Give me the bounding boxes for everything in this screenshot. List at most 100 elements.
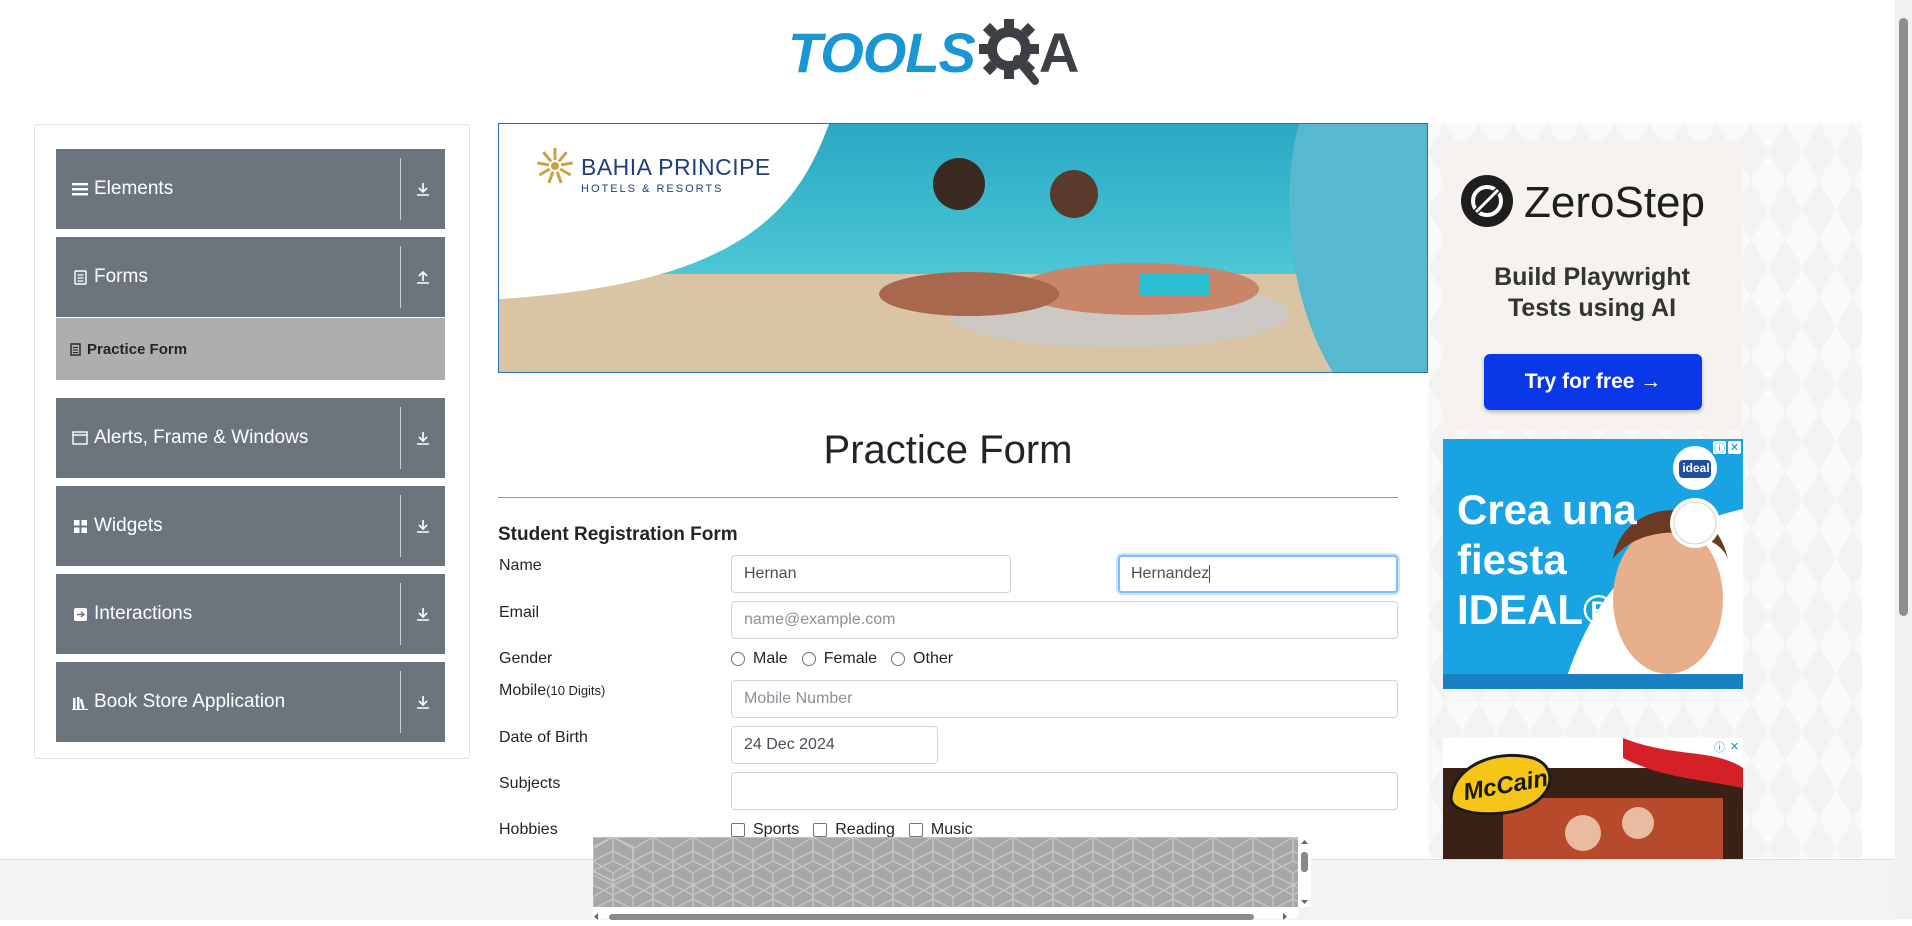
gender-female-radio[interactable]	[801, 652, 816, 666]
hobby-reading-checkbox[interactable]	[813, 823, 828, 837]
info-icon[interactable]: ⓘ	[1713, 740, 1726, 754]
mccain-ad[interactable]: McCain ⓘ ✕	[1443, 738, 1743, 860]
mobile-label-hint: (10 Digits)	[546, 683, 606, 698]
sticky-bottom-ad[interactable]	[593, 837, 1298, 907]
gender-male-radio[interactable]	[731, 652, 745, 666]
text-cursor	[1209, 565, 1211, 583]
site-logo[interactable]: TOOLS A	[788, 14, 1079, 92]
email-input[interactable]: name@example.com	[731, 601, 1398, 639]
divider	[400, 246, 401, 308]
banner-ad[interactable]: BAHIA PRINCIPE HOTELS & RESORTS	[498, 123, 1428, 373]
sidebar-group-label: Book Store Application	[94, 691, 286, 712]
gender-male-option[interactable]: Male	[731, 650, 788, 668]
sidebar-item-practice-form[interactable]: Practice Form	[56, 318, 445, 380]
ideal-headline-line3: IDEAL®	[1457, 586, 1614, 633]
sidebar-group-interactions[interactable]: Interactions	[56, 574, 445, 654]
dob-value: 24 Dec 2024	[744, 736, 835, 753]
ideal-logo-text: ideal	[1682, 461, 1710, 475]
close-icon[interactable]: ✕	[1728, 740, 1741, 753]
banner-brand-name: BAHIA PRINCIPE	[581, 154, 771, 180]
ideal-headline-line1: Crea una	[1457, 486, 1637, 533]
logo-text: TOOLS	[788, 21, 976, 84]
zerostep-tagline-line1: Build Playwright	[1494, 263, 1690, 291]
ad-horizontal-scrollbar[interactable]	[593, 907, 1298, 920]
divider	[400, 407, 401, 469]
subjects-label: Subjects	[499, 775, 561, 792]
page-title: Practice Form	[823, 428, 1073, 472]
gender-options: Male Female Other	[731, 650, 967, 668]
info-icon[interactable]: ⓘ	[1713, 441, 1726, 455]
download-arrow-icon	[401, 662, 445, 742]
divider	[498, 497, 1398, 498]
divider	[400, 583, 401, 645]
dob-label: Date of Birth	[499, 729, 588, 746]
try-for-free-button[interactable]: Try for free →	[1484, 354, 1702, 410]
hobby-music-checkbox[interactable]	[908, 823, 923, 837]
grid-icon	[72, 518, 88, 534]
sidebar-group-label: Alerts, Frame & Windows	[94, 427, 309, 448]
ideal-headline-line2: fiesta	[1457, 536, 1567, 583]
window-icon	[72, 430, 88, 446]
zerostep-ad[interactable]: ZeroStep Build Playwright Tests using AI…	[1442, 140, 1742, 430]
left-panel: Elements Forms Practice Form Alerts, Fra…	[34, 124, 470, 759]
gender-other-radio[interactable]	[891, 652, 906, 666]
books-icon	[72, 694, 88, 710]
banner-brand-subtitle: HOTELS & RESORTS	[581, 183, 724, 195]
banner-brand: BAHIA PRINCIPE HOTELS & RESORTS	[581, 154, 771, 195]
download-arrow-icon	[401, 574, 445, 654]
sidebar-group-elements[interactable]: Elements	[56, 149, 445, 229]
divider	[400, 158, 401, 220]
logo-letter: A	[1038, 21, 1080, 84]
hamburger-icon	[72, 181, 88, 197]
gender-female-label: Female	[823, 650, 878, 667]
subjects-input[interactable]	[731, 772, 1398, 810]
sidebar-item-label: Practice Form	[87, 340, 188, 358]
name-label: Name	[499, 557, 542, 574]
mobile-label: Mobile(10 Digits)	[499, 682, 605, 700]
dob-input[interactable]: 24 Dec 2024	[731, 726, 938, 764]
hobbies-label: Hobbies	[499, 821, 558, 838]
gender-label: Gender	[499, 650, 553, 667]
sidebar-group-widgets[interactable]: Widgets	[56, 486, 445, 566]
sidebar-group-label: Widgets	[94, 515, 163, 536]
interaction-icon	[72, 606, 88, 622]
gender-male-label: Male	[753, 650, 788, 667]
download-arrow-icon	[401, 398, 445, 478]
sidebar-group-label: Elements	[94, 178, 174, 199]
download-arrow-icon	[401, 486, 445, 566]
sidebar-group-alerts[interactable]: Alerts, Frame & Windows	[56, 398, 445, 478]
mobile-input[interactable]: Mobile Number	[731, 680, 1398, 718]
ad-choices[interactable]: ⓘ ✕	[1713, 740, 1741, 754]
ad-choices[interactable]: ⓘ ✕	[1713, 441, 1741, 455]
zerostep-logo-icon	[1460, 174, 1514, 232]
form-title: Student Registration Form	[498, 524, 738, 545]
ad-vertical-scrollbar[interactable]	[1298, 837, 1311, 907]
download-arrow-icon	[401, 149, 445, 229]
mobile-label-text: Mobile	[499, 682, 547, 699]
first-name-input[interactable]: Hernan	[731, 555, 1011, 593]
page-scroll-thumb[interactable]	[1899, 18, 1908, 616]
sidebar-group-book-store[interactable]: Book Store Application	[56, 662, 445, 742]
sidebar-group-forms[interactable]: Forms	[56, 237, 445, 317]
first-name-value: Hernan	[744, 565, 797, 582]
zerostep-tagline-line2: Tests using AI	[1507, 294, 1677, 322]
bottom-ad-pattern	[593, 837, 1298, 907]
last-name-value: Hernandez	[1131, 565, 1210, 582]
divider	[400, 495, 401, 557]
sidebar-group-label: Interactions	[94, 603, 193, 624]
hobby-sports-checkbox[interactable]	[731, 823, 745, 837]
zerostep-name: ZeroStep	[1524, 178, 1705, 227]
last-name-input[interactable]: Hernandez	[1118, 555, 1398, 593]
ideal-ad[interactable]: ideal Crea una fiesta IDEAL® ⓘ ✕	[1443, 439, 1743, 689]
sidebar-group-label: Forms	[94, 266, 148, 287]
gender-other-option[interactable]: Other	[891, 650, 953, 668]
gender-female-option[interactable]: Female	[801, 650, 878, 668]
ideal-headline: Crea una fiesta IDEAL®	[1457, 485, 1637, 635]
upload-arrow-icon	[401, 237, 445, 317]
gender-other-label: Other	[913, 650, 954, 667]
email-label: Email	[499, 604, 540, 621]
form-icon	[70, 342, 81, 356]
close-icon[interactable]: ✕	[1728, 441, 1741, 454]
gear-icon	[978, 15, 1043, 91]
mobile-placeholder: Mobile Number	[744, 690, 853, 707]
